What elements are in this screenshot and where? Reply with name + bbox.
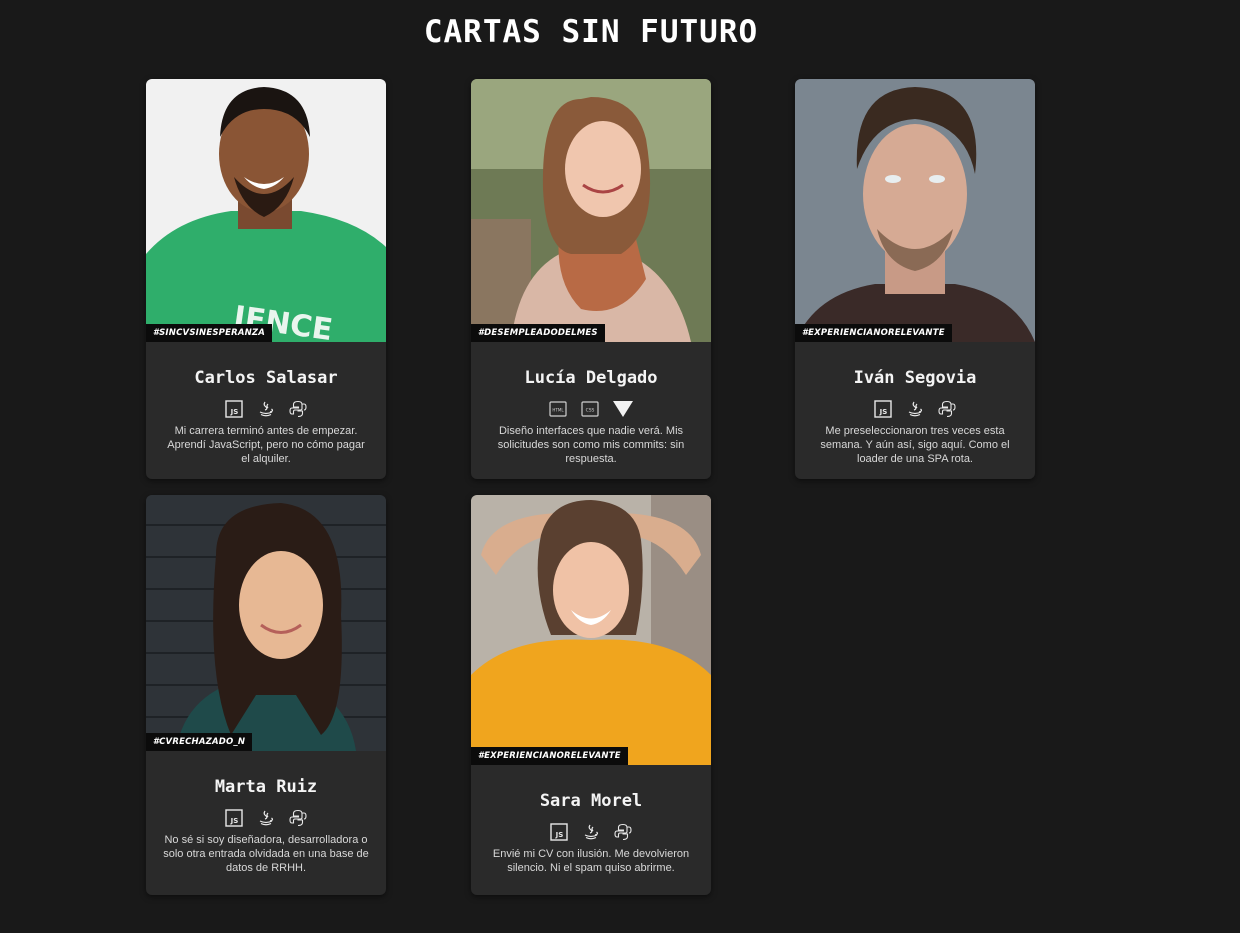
skill-icons: JS: [158, 400, 374, 418]
profile-description: Envié mi CV con ilusión. Me devolvieron …: [492, 848, 690, 874]
svg-text:JS: JS: [230, 817, 239, 825]
python-icon: [289, 809, 307, 827]
profile-photo: #EXPERIENCIANORELEVANTE: [795, 79, 1035, 342]
profile-description: Me preseleccionaron tres veces esta sema…: [820, 425, 1010, 465]
js-icon: JS: [874, 400, 892, 418]
hashtag-label: #CVRECHAZADO_N: [146, 732, 253, 751]
profile-description: Mi carrera terminó antes de empezar. Apr…: [167, 425, 365, 465]
profile-name: Marta Ruiz: [214, 777, 318, 797]
hashtag-label: #DESEMPLEADODELMES: [471, 323, 605, 342]
page-title: CARTAS SIN FUTURO: [423, 14, 759, 50]
profile-card[interactable]: #EXPERIENCIANORELEVANTE Sara Morel JS En…: [471, 495, 711, 895]
profile-photo: #CVRECHAZADO_N: [146, 495, 386, 751]
html-icon: HTML: [549, 401, 567, 417]
svg-text:JS: JS: [879, 408, 888, 416]
svg-text:JS: JS: [555, 831, 564, 839]
profile-photo: IENCE #SINCVSINESPERANZA: [146, 79, 386, 342]
svg-text:JS: JS: [230, 408, 239, 416]
profile-card[interactable]: #DESEMPLEADODELMES Lucía Delgado HTML CS…: [471, 79, 711, 479]
skill-icons: JS: [483, 823, 699, 841]
profile-description: Diseño interfaces que nadie verá. Mis so…: [497, 425, 685, 465]
portrait-image: [795, 79, 1035, 342]
java-icon: [259, 810, 274, 826]
skill-icons: HTML CSS: [483, 400, 699, 418]
profile-photo: #EXPERIENCIANORELEVANTE: [471, 495, 711, 765]
profile-photo: #DESEMPLEADODELMES: [471, 79, 711, 342]
svg-text:CSS: CSS: [586, 408, 595, 414]
profile-description: No sé si soy diseñadora, desarrolladora …: [163, 834, 369, 874]
portrait-image: [471, 495, 711, 765]
portrait-image: IENCE: [146, 79, 386, 342]
hashtag-label: #SINCVSINESPERANZA: [146, 323, 273, 342]
hashtag-label: #EXPERIENCIANORELEVANTE: [795, 323, 952, 342]
skill-icons: JS: [158, 809, 374, 827]
profile-name: Lucía Delgado: [524, 368, 658, 388]
js-icon: JS: [225, 400, 243, 418]
python-icon: [614, 823, 632, 841]
portrait-image: [471, 79, 711, 342]
profile-card[interactable]: #EXPERIENCIANORELEVANTE Iván Segovia JS …: [795, 79, 1035, 479]
css-icon: CSS: [581, 401, 599, 417]
portrait-image: [146, 495, 386, 751]
skill-icons: JS: [807, 400, 1023, 418]
profile-name: Iván Segovia: [853, 368, 977, 388]
profile-name: Sara Morel: [539, 791, 643, 811]
profile-name: Carlos Salasar: [194, 368, 338, 388]
vue-icon: [613, 401, 633, 417]
profile-card[interactable]: IENCE #SINCVSINESPERANZA Carlos Salasar …: [146, 79, 386, 479]
python-icon: [938, 400, 956, 418]
java-icon: [259, 401, 274, 417]
profile-card[interactable]: #CVRECHAZADO_N Marta Ruiz JS No sé si so…: [146, 495, 386, 895]
java-icon: [584, 824, 599, 840]
js-icon: JS: [550, 823, 568, 841]
hashtag-label: #EXPERIENCIANORELEVANTE: [471, 746, 628, 765]
svg-text:HTML: HTML: [552, 408, 564, 413]
python-icon: [289, 400, 307, 418]
java-icon: [908, 401, 923, 417]
js-icon: JS: [225, 809, 243, 827]
